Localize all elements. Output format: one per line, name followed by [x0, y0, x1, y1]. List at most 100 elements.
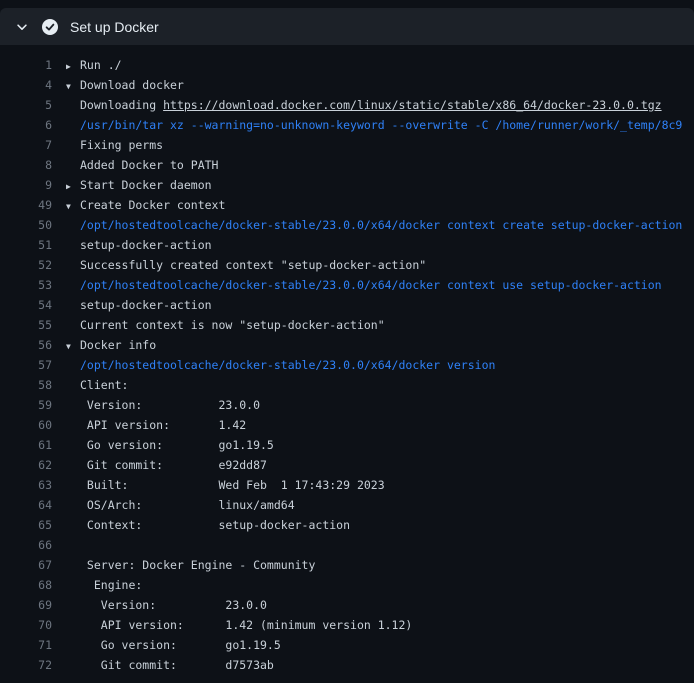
log-row: 67 Server: Docker Engine - Community: [0, 555, 694, 575]
log-group-row[interactable]: 9 ▶Start Docker daemon: [0, 175, 694, 195]
log-row: 55 Current context is now "setup-docker-a…: [0, 315, 694, 335]
line-number[interactable]: 64: [0, 495, 52, 515]
log-text: Go version: go1.19.5: [80, 438, 274, 452]
line-number[interactable]: 71: [0, 635, 52, 655]
log-text: /opt/hostedtoolcache/docker-stable/23.0.…: [80, 218, 682, 232]
log-row: 66: [0, 535, 694, 555]
line-number[interactable]: 56: [0, 335, 52, 355]
line-number[interactable]: 51: [0, 235, 52, 255]
success-check-icon: [42, 19, 58, 35]
log-row: 59 Version: 23.0.0: [0, 395, 694, 415]
log-text: Successfully created context "setup-dock…: [80, 258, 426, 272]
log-text: setup-docker-action: [80, 238, 212, 252]
log-row: 65 Context: setup-docker-action: [0, 515, 694, 535]
log-text: Current context is now "setup-docker-act…: [80, 318, 385, 332]
log-row: 50/opt/hostedtoolcache/docker-stable/23.…: [0, 215, 694, 235]
log-text: Go version: go1.19.5: [80, 638, 281, 652]
log-text: Version: 23.0.0: [80, 598, 267, 612]
log-text: Client:: [80, 378, 128, 392]
line-number[interactable]: 62: [0, 455, 52, 475]
log-row: 62 Git commit: e92dd87: [0, 455, 694, 475]
line-number[interactable]: 65: [0, 515, 52, 535]
line-number[interactable]: 60: [0, 415, 52, 435]
log-text: /opt/hostedtoolcache/docker-stable/23.0.…: [80, 358, 495, 372]
log-text: OS/Arch: linux/amd64: [80, 498, 295, 512]
log-row: 72 Git commit: d7573ab: [0, 655, 694, 675]
log-row: 63 Built: Wed Feb 1 17:43:29 2023: [0, 475, 694, 495]
log-row: 6/usr/bin/tar xz --warning=no-unknown-ke…: [0, 115, 694, 135]
line-number[interactable]: 49: [0, 195, 52, 215]
log-row: 5 Downloading https://download.docker.com…: [0, 95, 694, 115]
log-group-row[interactable]: 4 ▼Download docker: [0, 75, 694, 95]
log-row: 68 Engine:: [0, 575, 694, 595]
line-number[interactable]: 61: [0, 435, 52, 455]
log-text: Added Docker to PATH: [80, 158, 218, 172]
log-viewer-page: Set up Docker 1▶Run ./4▼Download docker5…: [0, 0, 694, 683]
line-number[interactable]: 55: [0, 315, 52, 335]
group-expanded-triangle-icon[interactable]: ▼: [66, 197, 80, 215]
log-text: Version: 23.0.0: [80, 398, 260, 412]
line-number[interactable]: 7: [0, 135, 52, 155]
line-number[interactable]: 59: [0, 395, 52, 415]
log-text: Context: setup-docker-action: [80, 518, 350, 532]
line-number[interactable]: 54: [0, 295, 52, 315]
group-label: Start Docker daemon: [80, 178, 212, 192]
log-group-row[interactable]: 56 ▼Docker info: [0, 335, 694, 355]
line-number[interactable]: 5: [0, 95, 52, 115]
line-number[interactable]: 50: [0, 215, 52, 235]
log-row: 71 Go version: go1.19.5: [0, 635, 694, 655]
group-expanded-triangle-icon[interactable]: ▼: [66, 337, 80, 355]
line-number[interactable]: 72: [0, 655, 52, 675]
group-label: Download docker: [80, 78, 184, 92]
line-number[interactable]: 57: [0, 355, 52, 375]
line-number[interactable]: 6: [0, 115, 52, 135]
log-row: 57/opt/hostedtoolcache/docker-stable/23.…: [0, 355, 694, 375]
log-row: 69 Version: 23.0.0: [0, 595, 694, 615]
line-number[interactable]: 58: [0, 375, 52, 395]
log-row: 51 setup-docker-action: [0, 235, 694, 255]
log-row: 61 Go version: go1.19.5: [0, 435, 694, 455]
log-text: /opt/hostedtoolcache/docker-stable/23.0.…: [80, 278, 662, 292]
log-text: Git commit: e92dd87: [80, 458, 267, 472]
line-number[interactable]: 53: [0, 275, 52, 295]
line-number[interactable]: 68: [0, 575, 52, 595]
line-number[interactable]: 8: [0, 155, 52, 175]
group-collapsed-triangle-icon[interactable]: ▶: [66, 177, 80, 195]
line-number[interactable]: 70: [0, 615, 52, 635]
line-number[interactable]: 9: [0, 175, 52, 195]
step-header[interactable]: Set up Docker: [0, 8, 694, 45]
log-text: Git commit: d7573ab: [80, 658, 274, 672]
line-number[interactable]: 66: [0, 535, 52, 555]
log-row: 7 Fixing perms: [0, 135, 694, 155]
line-number[interactable]: 1: [0, 55, 52, 75]
log-row: 54 setup-docker-action: [0, 295, 694, 315]
group-label: Docker info: [80, 338, 156, 352]
group-collapsed-triangle-icon[interactable]: ▶: [66, 57, 80, 75]
line-number[interactable]: 4: [0, 75, 52, 95]
log-text: Built: Wed Feb 1 17:43:29 2023: [80, 478, 385, 492]
line-number[interactable]: 63: [0, 475, 52, 495]
group-label: Run ./: [80, 58, 122, 72]
line-number[interactable]: 69: [0, 595, 52, 615]
log-row: 60 API version: 1.42: [0, 415, 694, 435]
log-link[interactable]: https://download.docker.com/linux/static…: [163, 98, 662, 112]
log-text: Server: Docker Engine - Community: [80, 558, 315, 572]
line-number[interactable]: 67: [0, 555, 52, 575]
group-label: Create Docker context: [80, 198, 225, 212]
log-text: setup-docker-action: [80, 298, 212, 312]
line-number[interactable]: 52: [0, 255, 52, 275]
log-row: 8 Added Docker to PATH: [0, 155, 694, 175]
log-row: 53/opt/hostedtoolcache/docker-stable/23.…: [0, 275, 694, 295]
log-group-row[interactable]: 49 ▼Create Docker context: [0, 195, 694, 215]
log-text: Downloading: [80, 98, 163, 112]
log-row: 58 Client:: [0, 375, 694, 395]
log-text: Engine:: [80, 578, 142, 592]
log-row: 52 Successfully created context "setup-do…: [0, 255, 694, 275]
chevron-down-icon[interactable]: [14, 19, 30, 35]
log-row: 64 OS/Arch: linux/amd64: [0, 495, 694, 515]
log-text: Fixing perms: [80, 138, 163, 152]
step-title: Set up Docker: [70, 19, 159, 35]
log-group-row[interactable]: 1 ▶Run ./: [0, 55, 694, 75]
group-expanded-triangle-icon[interactable]: ▼: [66, 77, 80, 95]
log-text: API version: 1.42 (minimum version 1.12): [80, 618, 412, 632]
